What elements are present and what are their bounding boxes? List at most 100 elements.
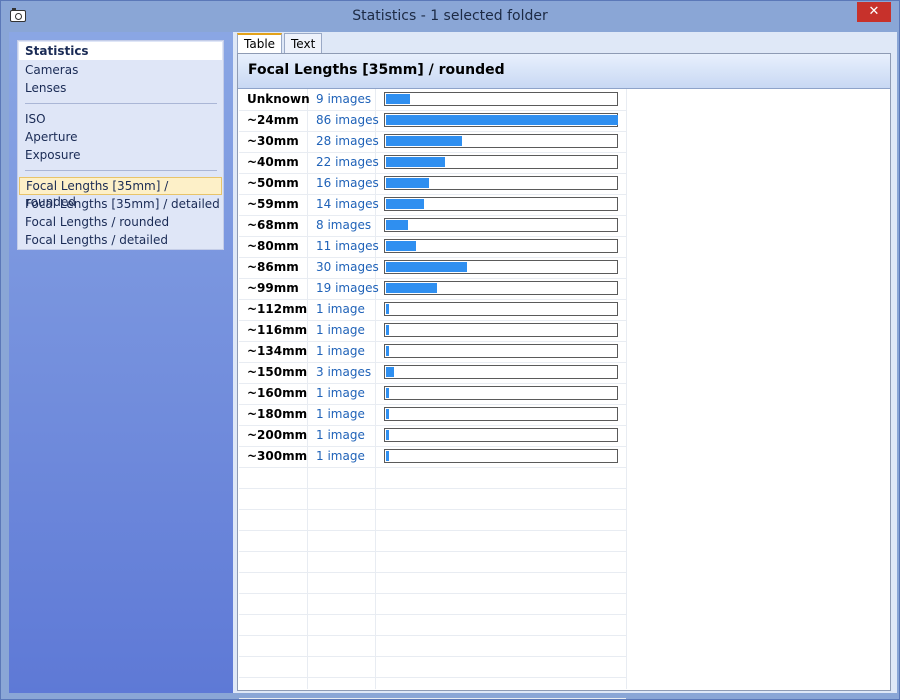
table-row: ~86mm 30 images: [239, 257, 626, 279]
close-button[interactable]: ✕: [857, 2, 891, 22]
table-row: ~160mm 1 image: [239, 383, 626, 405]
count-bar-fill: [386, 430, 389, 440]
nav-item-statistics[interactable]: Statistics: [19, 42, 222, 60]
empty-row: [239, 530, 626, 552]
empty-row: [239, 467, 626, 489]
nav-item-cameras[interactable]: Cameras: [19, 61, 222, 79]
column-divider: [626, 89, 627, 689]
empty-row: [239, 614, 626, 636]
tab-table[interactable]: Table: [237, 33, 283, 54]
focal-length-label: ~30mm: [247, 134, 299, 148]
focal-length-label: ~300mm: [247, 449, 308, 463]
empty-row: [239, 677, 626, 699]
focal-length-label: ~68mm: [247, 218, 299, 232]
table-row: ~24mm 86 images: [239, 110, 626, 132]
image-count-link[interactable]: 1 image: [316, 302, 365, 316]
focal-length-label: ~112mm: [247, 302, 308, 316]
count-bar: [384, 365, 618, 379]
count-bar: [384, 218, 618, 232]
count-bar: [384, 407, 618, 421]
nav-item-iso[interactable]: ISO: [19, 110, 222, 128]
image-count-link[interactable]: 1 image: [316, 407, 365, 421]
stats-table: Unknown 9 images ~24mm 86 images ~30mm 28 ima…: [239, 89, 629, 699]
empty-row: [239, 635, 626, 657]
focal-length-label: ~40mm: [247, 155, 299, 169]
table-row: ~59mm 14 images: [239, 194, 626, 216]
count-bar: [384, 449, 618, 463]
count-bar: [384, 155, 618, 169]
count-bar: [384, 239, 618, 253]
image-count-link[interactable]: 1 image: [316, 386, 365, 400]
focal-length-label: ~150mm: [247, 365, 308, 379]
focal-length-label: ~86mm: [247, 260, 299, 274]
count-bar-fill: [386, 367, 394, 377]
image-count-link[interactable]: 86 images: [316, 113, 379, 127]
count-bar: [384, 113, 618, 127]
table-row: ~150mm 3 images: [239, 362, 626, 384]
nav-list: Statistics Cameras Lenses ISO Aperture E…: [17, 40, 224, 250]
focal-length-label: ~50mm: [247, 176, 299, 190]
count-bar-fill: [386, 115, 618, 125]
table-row: ~30mm 28 images: [239, 131, 626, 153]
count-bar-fill: [386, 388, 389, 398]
nav-item-aperture[interactable]: Aperture: [19, 128, 222, 146]
image-count-link[interactable]: 28 images: [316, 134, 379, 148]
nav-item-focal-35mm-detailed[interactable]: Focal Lengths [35mm] / detailed: [19, 195, 222, 213]
table-row: ~68mm 8 images: [239, 215, 626, 237]
focal-length-label: ~160mm: [247, 386, 308, 400]
image-count-link[interactable]: 9 images: [316, 92, 371, 106]
section-header: Focal Lengths [35mm] / rounded: [238, 54, 890, 89]
empty-row: [239, 593, 626, 615]
count-bar-fill: [386, 157, 445, 167]
count-bar-fill: [386, 283, 437, 293]
image-count-link[interactable]: 11 images: [316, 239, 379, 253]
image-count-link[interactable]: 1 image: [316, 449, 365, 463]
count-bar-fill: [386, 220, 408, 230]
empty-row: [239, 509, 626, 531]
nav-item-focal-35mm-rounded[interactable]: Focal Lengths [35mm] / rounded: [19, 177, 222, 209]
nav-item-focal-detailed[interactable]: Focal Lengths / detailed: [19, 231, 222, 249]
count-bar: [384, 176, 618, 190]
focal-length-label: ~180mm: [247, 407, 308, 421]
table-row: Unknown 9 images: [239, 89, 626, 111]
count-bar-fill: [386, 346, 389, 356]
count-bar-fill: [386, 241, 416, 251]
image-count-link[interactable]: 3 images: [316, 365, 371, 379]
image-count-link[interactable]: 16 images: [316, 176, 379, 190]
count-bar: [384, 386, 618, 400]
nav-item-exposure[interactable]: Exposure: [19, 146, 222, 164]
count-bar-fill: [386, 451, 389, 461]
nav-item-lenses[interactable]: Lenses: [19, 79, 222, 97]
right-pane: Table Text Focal Lengths [35mm] / rounde…: [233, 32, 897, 699]
image-count-link[interactable]: 8 images: [316, 218, 371, 232]
empty-row: [239, 572, 626, 594]
count-bar: [384, 197, 618, 211]
title-bar[interactable]: Statistics - 1 selected folder ✕: [1, 1, 899, 32]
empty-row: [239, 551, 626, 573]
image-count-link[interactable]: 1 image: [316, 344, 365, 358]
count-bar-fill: [386, 262, 467, 272]
empty-row: [239, 656, 626, 678]
image-count-link[interactable]: 1 image: [316, 323, 365, 337]
section-title: Focal Lengths [35mm] / rounded: [248, 62, 505, 78]
focal-length-label: ~134mm: [247, 344, 308, 358]
count-bar: [384, 428, 618, 442]
image-count-link[interactable]: 1 image: [316, 428, 365, 442]
image-count-link[interactable]: 30 images: [316, 260, 379, 274]
image-count-link[interactable]: 22 images: [316, 155, 379, 169]
nav-item-focal-rounded[interactable]: Focal Lengths / rounded: [19, 213, 222, 231]
count-bar: [384, 302, 618, 316]
table-row: ~180mm 1 image: [239, 404, 626, 426]
image-count-link[interactable]: 19 images: [316, 281, 379, 295]
count-bar: [384, 281, 618, 295]
count-bar: [384, 323, 618, 337]
tab-text[interactable]: Text: [284, 33, 323, 54]
nav-separator: [25, 103, 217, 104]
statistics-window: Statistics - 1 selected folder ✕ Statist…: [0, 0, 900, 700]
focal-length-label: ~116mm: [247, 323, 308, 337]
table-row: ~50mm 16 images: [239, 173, 626, 195]
count-bar-fill: [386, 199, 424, 209]
count-bar: [384, 344, 618, 358]
image-count-link[interactable]: 14 images: [316, 197, 379, 211]
table-row: ~116mm 1 image: [239, 320, 626, 342]
